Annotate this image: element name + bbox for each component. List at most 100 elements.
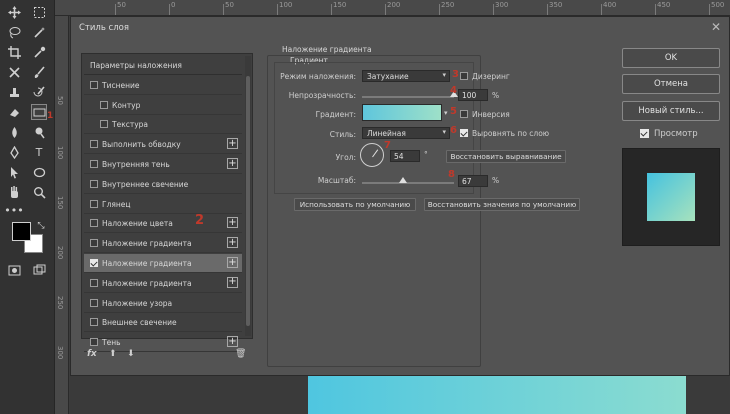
scale-slider-knob[interactable]: [399, 177, 408, 183]
style-list-item[interactable]: Тиснение: [84, 76, 242, 95]
path-selection-tool-icon[interactable]: [6, 164, 22, 180]
style-list-item[interactable]: Внутренняя тень +: [84, 155, 242, 174]
preview-swatch: [647, 173, 695, 221]
restore-default-button[interactable]: Восстановить значения по умолчанию: [424, 198, 580, 211]
gradient-swatch[interactable]: [362, 104, 442, 121]
reverse-checkbox[interactable]: [460, 110, 468, 118]
annotation-5: 5: [450, 106, 457, 117]
style-list-checkbox[interactable]: [90, 259, 98, 267]
add-effect-icon[interactable]: +: [227, 276, 238, 288]
swap-colors-icon[interactable]: ⤡: [33, 218, 49, 234]
style-list-item[interactable]: Наложение градиента +: [84, 234, 242, 254]
opacity-input[interactable]: 100: [458, 89, 488, 101]
lasso-tool-icon[interactable]: [6, 24, 22, 40]
eraser-tool-icon[interactable]: [6, 104, 22, 120]
screen-mode-icon[interactable]: [31, 262, 47, 278]
align-with-layer-checkbox[interactable]: [460, 129, 468, 137]
style-list-checkbox[interactable]: [90, 338, 98, 347]
blur-tool-icon[interactable]: [6, 124, 22, 140]
pen-tool-icon[interactable]: [6, 144, 22, 160]
style-list-item[interactable]: Наложение узора: [84, 294, 242, 313]
add-effect-icon[interactable]: +: [227, 217, 238, 229]
scale-slider[interactable]: [362, 177, 454, 184]
style-list-item[interactable]: Контур: [84, 96, 242, 115]
clone-stamp-tool-icon[interactable]: [6, 84, 22, 100]
brush-tool-icon[interactable]: [31, 64, 47, 80]
more-tools-icon[interactable]: •••: [4, 202, 23, 218]
style-list-checkbox[interactable]: [90, 278, 98, 287]
close-icon[interactable]: ✕: [711, 20, 721, 34]
style-list-checkbox[interactable]: [90, 298, 98, 307]
move-tool-icon[interactable]: [6, 4, 22, 20]
gradient-chevron-down-icon[interactable]: ▾: [444, 109, 448, 117]
foreground-color-swatch[interactable]: [12, 222, 31, 241]
new-style-button[interactable]: Новый стиль...: [622, 101, 720, 121]
move-up-icon[interactable]: ⬆: [109, 349, 117, 359]
gradient-tool-icon[interactable]: [31, 104, 47, 120]
scale-input[interactable]: 67: [458, 175, 488, 187]
angle-input[interactable]: 54: [390, 150, 420, 162]
ruler-label: 300: [56, 346, 64, 360]
style-select[interactable]: Линейная ▾: [362, 127, 450, 139]
crop-tool-icon[interactable]: [6, 44, 22, 60]
style-list-checkbox[interactable]: [90, 318, 98, 327]
style-list-scrollbar[interactable]: [245, 56, 251, 336]
ruler-tick: [709, 4, 710, 15]
style-list-checkbox[interactable]: [100, 100, 108, 109]
style-list-checkbox[interactable]: [90, 160, 98, 168]
healing-brush-tool-icon[interactable]: [6, 64, 22, 80]
style-list-checkbox[interactable]: [90, 219, 98, 228]
ellipse-tool-icon[interactable]: [31, 164, 47, 180]
add-effect-icon[interactable]: +: [227, 138, 238, 150]
style-list-item[interactable]: Наложение градиента +: [84, 254, 242, 273]
style-list-item[interactable]: Наложение цвета +: [84, 214, 242, 234]
style-list-item[interactable]: Наложение градиента +: [84, 274, 242, 293]
style-list-item[interactable]: Выполнить обводку +: [84, 135, 242, 155]
style-list-item-label: Наложение цвета: [102, 219, 173, 229]
hand-tool-icon[interactable]: [6, 184, 22, 200]
use-default-button[interactable]: Использовать по умолчанию: [294, 198, 416, 211]
trash-icon[interactable]: 🗑: [235, 349, 246, 359]
move-down-icon[interactable]: ⬇: [127, 349, 135, 359]
preview-box: [622, 148, 720, 246]
style-list-item[interactable]: Текстура: [84, 115, 242, 135]
style-list-checkbox[interactable]: [90, 199, 98, 208]
style-list-checkbox[interactable]: [100, 120, 108, 129]
fx-icon[interactable]: fx: [87, 349, 97, 359]
zoom-tool-icon[interactable]: [31, 184, 47, 200]
style-list-item[interactable]: Параметры наложения: [84, 56, 242, 75]
style-list-item-label: Тиснение: [102, 80, 140, 90]
style-list-checkbox[interactable]: [90, 80, 98, 89]
preview-checkbox[interactable]: [640, 129, 649, 138]
style-list-footer: fx ⬆ ⬇ 🗑: [81, 347, 253, 365]
blend-mode-select[interactable]: Затухание ▾: [362, 70, 450, 82]
eyedropper-tool-icon[interactable]: [31, 44, 47, 60]
ok-button[interactable]: OK: [622, 48, 720, 68]
type-tool-icon[interactable]: T: [31, 144, 47, 160]
quick-mask-icon[interactable]: [6, 262, 22, 278]
marquee-tool-icon[interactable]: [31, 4, 47, 20]
reset-alignment-button[interactable]: Восстановить выравнивание: [446, 150, 566, 163]
history-brush-tool-icon[interactable]: [31, 84, 47, 100]
style-list-item[interactable]: Глянец: [84, 195, 242, 214]
dodge-tool-icon[interactable]: [31, 124, 47, 140]
cancel-button[interactable]: Отмена: [622, 74, 720, 94]
angle-dial[interactable]: [360, 143, 384, 167]
dither-checkbox[interactable]: [460, 72, 468, 80]
add-effect-icon[interactable]: +: [227, 158, 238, 169]
style-value: Линейная: [367, 129, 406, 138]
style-list-checkbox[interactable]: [90, 140, 98, 149]
toolbar-annotation: 1: [47, 111, 54, 121]
add-effect-icon[interactable]: +: [227, 237, 238, 249]
ruler-label: 50: [117, 1, 126, 9]
style-list-checkbox[interactable]: [90, 239, 98, 248]
blend-mode-label: Режим наложения:: [280, 72, 356, 81]
add-effect-icon[interactable]: +: [227, 336, 238, 348]
add-effect-icon[interactable]: +: [227, 257, 238, 268]
style-list-item[interactable]: Внутреннее свечение: [84, 175, 242, 194]
magic-wand-tool-icon[interactable]: [31, 24, 47, 40]
style-list-checkbox[interactable]: [90, 179, 98, 188]
style-list-item[interactable]: Внешнее свечение: [84, 313, 242, 333]
opacity-slider[interactable]: [362, 91, 458, 98]
style-list-item-label: Параметры наложения: [90, 61, 182, 70]
